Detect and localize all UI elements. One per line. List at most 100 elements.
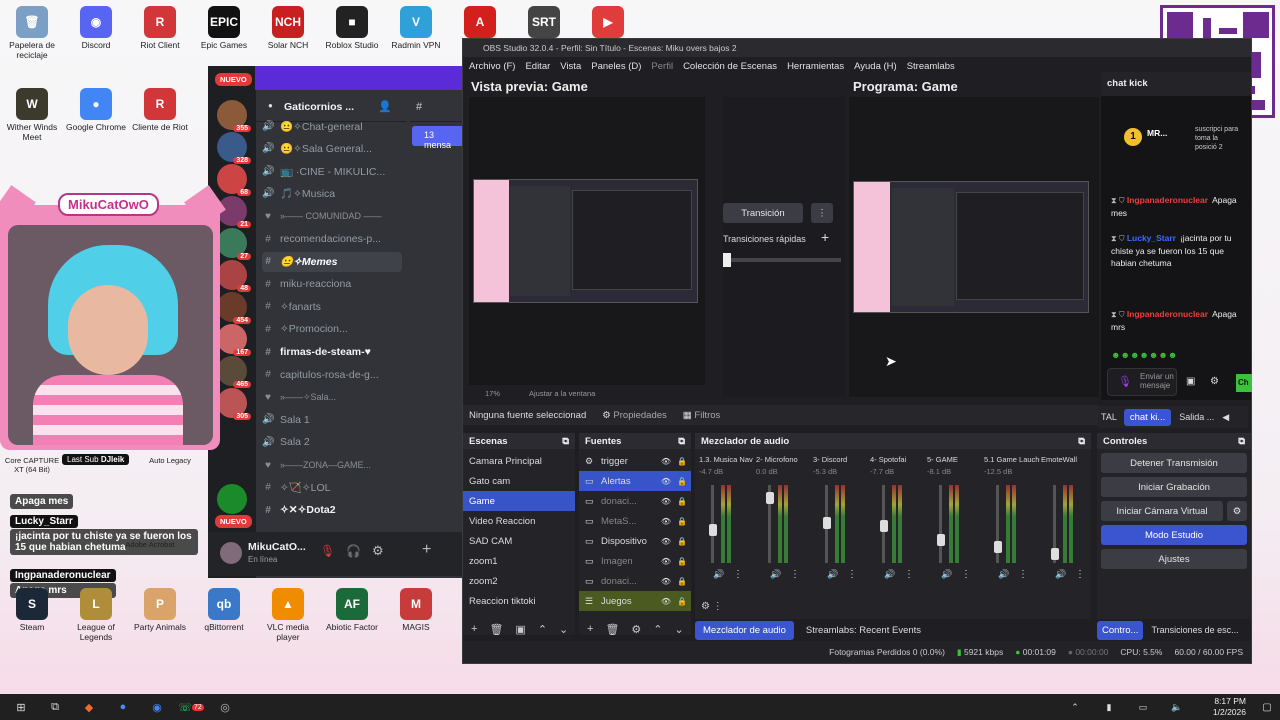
tab-audio-mixer[interactable]: Mezclador de audio bbox=[695, 620, 794, 640]
scene-item[interactable]: Video Reaccion bbox=[463, 511, 575, 531]
server-icon[interactable]: 27 bbox=[217, 228, 251, 260]
add-transition-icon[interactable]: + bbox=[821, 229, 829, 245]
menu-item[interactable]: Ayuda (H) bbox=[854, 61, 897, 72]
menu-item[interactable]: Colección de Escenas bbox=[683, 61, 777, 72]
chat-username[interactable]: Ingpanaderonuclear bbox=[1127, 195, 1208, 205]
mute-icon[interactable]: 🔊 bbox=[713, 569, 724, 580]
filters-button[interactable]: ▦ Filtros bbox=[683, 410, 721, 421]
tab-recent-events[interactable]: Streamlabs: Recent Events bbox=[798, 621, 929, 640]
scene-item[interactable]: Game bbox=[463, 491, 575, 511]
visibility-eye-icon[interactable]: 👁 bbox=[661, 577, 671, 586]
desktop-icon[interactable]: R Cliente de Riot bbox=[128, 88, 192, 132]
brave-icon[interactable]: ◆ bbox=[76, 697, 102, 717]
channel-menu-icon[interactable]: ⋮ bbox=[733, 569, 743, 580]
mute-icon[interactable]: 🔊 bbox=[998, 569, 1009, 580]
mixer-settings-icon[interactable]: ⚙ ⋮ bbox=[701, 601, 723, 612]
visibility-eye-icon[interactable]: 👁 bbox=[661, 457, 671, 466]
move-up-icon[interactable]: ⌃ bbox=[538, 623, 547, 636]
desktop-icon[interactable]: EPIC Epic Games bbox=[192, 6, 256, 50]
desktop-icon[interactable]: S Steam bbox=[0, 588, 64, 632]
scene-item[interactable]: Reaccion tiktoki bbox=[463, 591, 575, 611]
control-button[interactable]: Modo Estudio bbox=[1101, 525, 1247, 545]
task-view-icon[interactable]: ⧉ bbox=[42, 697, 68, 717]
channel-item[interactable]: 🔊 🎵✧Musica bbox=[262, 184, 402, 204]
tray-icon[interactable]: ▮ bbox=[1096, 697, 1122, 717]
transition-menu-icon[interactable]: ⋮ bbox=[811, 203, 833, 223]
browser-icon[interactable]: ● bbox=[110, 697, 136, 717]
headphones-icon[interactable]: 🎧 bbox=[346, 544, 361, 558]
transition-button[interactable]: Transición bbox=[723, 203, 803, 223]
channel-menu-icon[interactable]: ⋮ bbox=[1018, 569, 1028, 580]
tab-total[interactable]: TAL bbox=[1098, 409, 1120, 425]
preview-canvas[interactable]: 17% Ajustar a la ventana bbox=[469, 97, 705, 398]
mute-icon[interactable]: 🔊 bbox=[884, 569, 895, 580]
avatar[interactable] bbox=[220, 542, 242, 564]
channel-item[interactable]: 🔊 😐✧Sala General... bbox=[262, 139, 402, 159]
tab-chat-kick[interactable]: chat ki... bbox=[1123, 408, 1172, 426]
tab-output[interactable]: Salida ... bbox=[1175, 409, 1218, 425]
desktop-icon[interactable]: SRT bbox=[512, 6, 576, 40]
server-icon[interactable]: 465 bbox=[217, 356, 251, 388]
channel-item[interactable]: # ✧✕✧Dota2 bbox=[262, 500, 402, 520]
volume-slider-handle[interactable] bbox=[766, 492, 774, 504]
volume-slider-handle[interactable] bbox=[937, 534, 945, 546]
visibility-eye-icon[interactable]: 👁 bbox=[661, 477, 671, 486]
tab-controls[interactable]: Contro... bbox=[1097, 620, 1144, 640]
desktop-icon[interactable]: ◉ Discord bbox=[64, 6, 128, 50]
desktop-icon[interactable]: ▶ bbox=[576, 6, 640, 40]
source-settings-icon[interactable]: ⚙ bbox=[631, 623, 641, 636]
lock-icon[interactable]: 🔒 bbox=[677, 477, 687, 486]
lock-icon[interactable]: 🔒 bbox=[677, 557, 687, 566]
channel-item[interactable]: # capitulos-rosa-de-g... bbox=[262, 365, 402, 385]
tab-scene-transitions[interactable]: Transiciones de esc... bbox=[1147, 621, 1242, 639]
control-button[interactable]: Iniciar Grabación bbox=[1101, 477, 1247, 497]
channel-menu-icon[interactable]: ⋮ bbox=[847, 569, 857, 580]
server-icon[interactable]: 328 bbox=[217, 132, 251, 164]
volume-slider-handle[interactable] bbox=[880, 520, 888, 532]
server-icon[interactable] bbox=[217, 484, 247, 514]
menu-item[interactable]: Archivo (F) bbox=[469, 61, 515, 72]
channel-item[interactable]: # miku-reacciona bbox=[262, 274, 402, 294]
move-down-icon[interactable]: ⌄ bbox=[559, 623, 568, 636]
lock-icon[interactable]: 🔒 bbox=[677, 517, 687, 526]
lock-icon[interactable]: 🔒 bbox=[677, 497, 687, 506]
server-icon[interactable]: 355 bbox=[217, 100, 251, 132]
desktop-icon[interactable]: V Radmin VPN bbox=[384, 6, 448, 50]
server-icon[interactable]: 68 bbox=[217, 164, 251, 196]
source-item[interactable]: ▭ donaci... 👁 🔒 bbox=[579, 491, 691, 511]
volume-slider[interactable] bbox=[939, 485, 942, 563]
desktop-icon[interactable]: P Party Animals bbox=[128, 588, 192, 632]
menu-item[interactable]: Paneles (D) bbox=[591, 61, 641, 72]
channel-item[interactable]: ♥ »—— COMUNIDAD —— bbox=[262, 206, 402, 226]
add-member-icon[interactable]: 👤 bbox=[378, 100, 392, 113]
tray-chevron-icon[interactable]: ⌃ bbox=[1062, 697, 1088, 717]
scene-filter-icon[interactable]: ▣ bbox=[515, 623, 525, 636]
desktop-icon[interactable]: AF Abiotic Factor bbox=[320, 588, 384, 632]
channel-item[interactable]: # ✧🏹✧LOL bbox=[262, 478, 402, 498]
visibility-eye-icon[interactable]: 👁 bbox=[661, 557, 671, 566]
scene-item[interactable]: SAD CAM bbox=[463, 531, 575, 551]
move-up-icon[interactable]: ⌃ bbox=[653, 623, 662, 636]
properties-button[interactable]: ⚙ Propiedades bbox=[602, 410, 667, 421]
mute-icon[interactable]: 🔊 bbox=[1055, 569, 1066, 580]
clock[interactable]: 8:17 PM 1/2/2026 bbox=[1198, 696, 1246, 718]
volume-slider-handle[interactable] bbox=[823, 516, 831, 529]
server-icon[interactable]: 454 bbox=[217, 292, 251, 324]
chrome-icon[interactable]: ◉ bbox=[144, 697, 170, 717]
source-item[interactable]: ▭ donaci... 👁 🔒 bbox=[579, 571, 691, 591]
channel-item[interactable]: # ✧Promocion... bbox=[262, 319, 402, 339]
add-source-icon[interactable]: + bbox=[587, 623, 593, 635]
channel-menu-icon[interactable]: ⋮ bbox=[790, 569, 800, 580]
lock-icon[interactable]: 🔒 bbox=[677, 577, 687, 586]
scene-item[interactable]: zoom1 bbox=[463, 551, 575, 571]
desktop-icon[interactable]: L League of Legends bbox=[64, 588, 128, 642]
volume-slider-handle[interactable] bbox=[709, 523, 717, 536]
channel-menu-icon[interactable]: ⋮ bbox=[904, 569, 914, 580]
channel-item[interactable]: # firmas-de-steam-♥ bbox=[262, 342, 402, 362]
channel-item[interactable]: 🔊 Sala 1 bbox=[262, 410, 402, 430]
network-icon[interactable]: ▭ bbox=[1130, 697, 1156, 717]
channel-item[interactable]: ♥ »——ZONA—GAME... bbox=[262, 455, 402, 475]
server-icon[interactable]: 167 bbox=[217, 324, 251, 356]
volume-slider-handle[interactable] bbox=[994, 541, 1002, 553]
source-item[interactable]: ▭ Dispositivo 👁 🔒 bbox=[579, 531, 691, 551]
